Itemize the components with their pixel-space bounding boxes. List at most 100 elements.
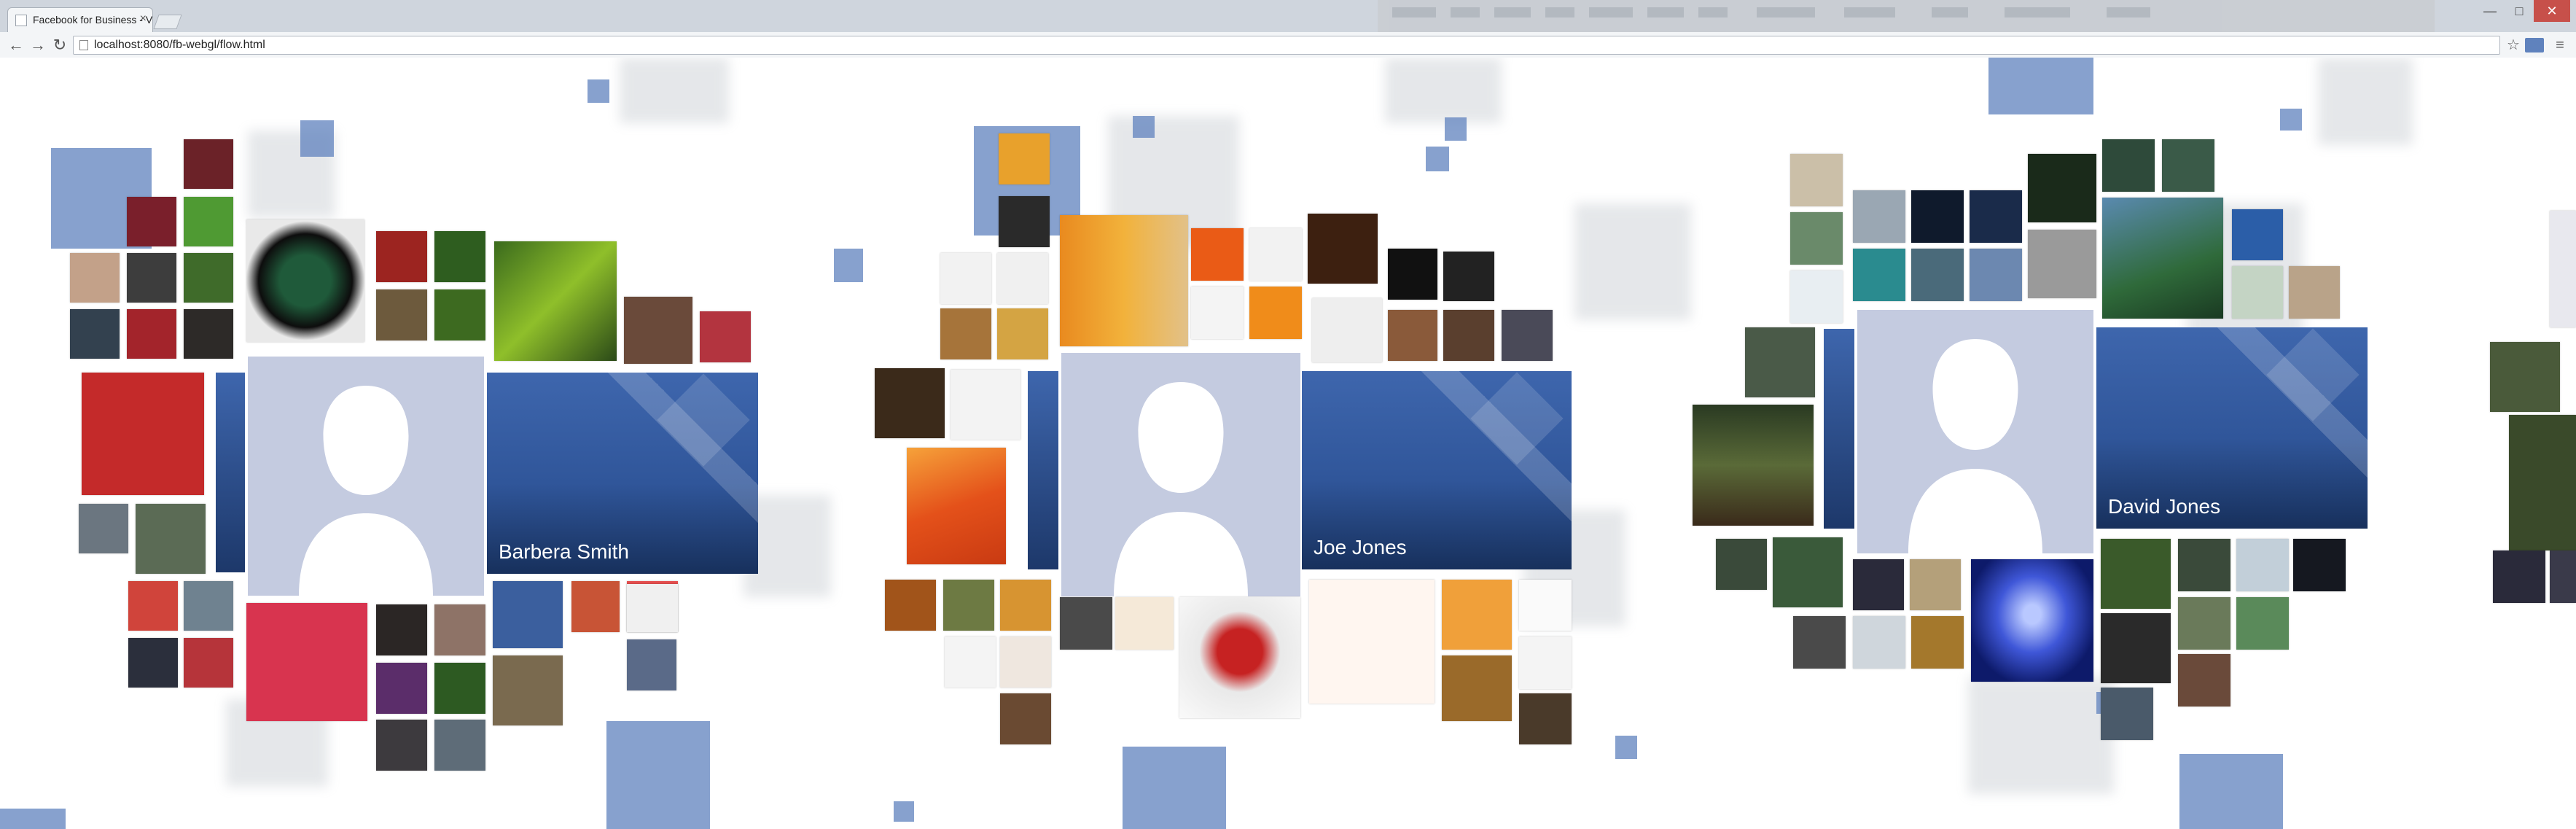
photo-tile[interactable] <box>1502 310 1553 361</box>
photo-tile[interactable] <box>1443 252 1494 301</box>
profile-cover[interactable]: Joe Jones <box>1302 371 1572 569</box>
profile-avatar[interactable] <box>1061 353 1300 596</box>
photo-tile[interactable] <box>999 196 1050 247</box>
photo-tile[interactable] <box>885 580 936 631</box>
photo-tile[interactable] <box>907 448 1006 564</box>
photo-tile[interactable] <box>376 289 427 340</box>
photo-tile[interactable] <box>1309 580 1435 704</box>
browser-tab[interactable]: Facebook for Business - V × <box>7 7 153 32</box>
photo-tile[interactable] <box>70 253 120 303</box>
photo-tile[interactable] <box>2101 613 2171 683</box>
photo-tile[interactable] <box>999 133 1050 184</box>
photo-tile[interactable] <box>2236 539 2289 591</box>
photo-tile[interactable] <box>184 253 233 303</box>
photo-tile[interactable] <box>434 231 485 282</box>
photo-tile[interactable] <box>493 655 563 725</box>
photo-tile[interactable] <box>1388 249 1437 300</box>
photo-tile[interactable] <box>1790 271 1843 323</box>
photo-tile[interactable] <box>1693 405 1814 526</box>
photo-tile[interactable] <box>1716 539 1767 590</box>
photo-tile[interactable] <box>1308 214 1378 284</box>
webgl-canvas[interactable]: Barbera Smith Joe Jones David Jones <box>0 58 2576 829</box>
photo-tile[interactable] <box>1249 287 1302 339</box>
forward-icon[interactable]: → <box>28 35 48 55</box>
close-window-icon[interactable]: ✕ <box>2534 0 2570 22</box>
new-tab-button[interactable] <box>153 15 182 29</box>
photo-tile[interactable] <box>951 370 1020 440</box>
photo-tile[interactable] <box>1442 580 1512 650</box>
photo-tile[interactable] <box>70 309 120 359</box>
photo-tile[interactable] <box>136 504 206 574</box>
photo-tile[interactable] <box>2178 539 2230 591</box>
profile-avatar[interactable] <box>1857 310 2093 553</box>
photo-tile[interactable] <box>1000 637 1051 688</box>
photo-tile[interactable] <box>184 139 233 189</box>
photo-tile[interactable] <box>2493 550 2545 603</box>
photo-tile[interactable] <box>376 663 427 714</box>
address-bar[interactable]: localhost:8080/fb-webgl/flow.html <box>73 36 2500 55</box>
photo-tile[interactable] <box>79 504 128 553</box>
photo-tile[interactable] <box>376 604 427 655</box>
photo-tile[interactable] <box>700 311 751 362</box>
profile-cover[interactable]: David Jones <box>2096 327 2368 529</box>
photo-tile[interactable] <box>2101 539 2171 609</box>
photo-tile[interactable] <box>1060 597 1112 650</box>
photo-tile[interactable] <box>2289 266 2340 319</box>
photo-tile[interactable] <box>1911 616 1964 669</box>
profile-avatar[interactable] <box>248 357 484 596</box>
photo-tile[interactable] <box>246 219 364 342</box>
photo-tile[interactable] <box>127 309 176 359</box>
photo-tile[interactable] <box>434 604 485 655</box>
photo-tile[interactable] <box>997 308 1048 359</box>
minimize-icon[interactable]: — <box>2475 0 2505 22</box>
photo-tile[interactable] <box>1970 249 2022 301</box>
photo-tile[interactable] <box>246 603 367 721</box>
photo-tile[interactable] <box>2293 539 2346 591</box>
photo-tile[interactable] <box>2028 230 2096 298</box>
menu-icon[interactable]: ≡ <box>2550 35 2570 55</box>
photo-tile[interactable] <box>945 637 996 688</box>
photo-tile[interactable] <box>2490 342 2560 412</box>
photo-tile[interactable] <box>875 368 945 438</box>
photo-tile[interactable] <box>1853 559 1904 610</box>
photo-tile[interactable] <box>1191 228 1244 281</box>
photo-tile[interactable] <box>184 309 233 359</box>
photo-tile[interactable] <box>1853 616 1905 669</box>
photo-tile[interactable] <box>1443 310 1494 361</box>
photo-tile[interactable] <box>376 231 427 282</box>
tab-close-icon[interactable]: × <box>140 12 147 26</box>
maximize-icon[interactable]: □ <box>2505 0 2534 22</box>
photo-tile[interactable] <box>1793 616 1846 669</box>
photo-tile[interactable] <box>2162 139 2214 192</box>
photo-tile[interactable] <box>1971 559 2093 682</box>
photo-tile[interactable] <box>1773 537 1843 607</box>
photo-tile[interactable] <box>2550 550 2576 603</box>
photo-tile[interactable] <box>128 638 178 688</box>
photo-tile[interactable] <box>2178 654 2230 707</box>
photo-tile[interactable] <box>627 584 678 632</box>
photo-tile[interactable] <box>1970 190 2022 243</box>
photo-tile[interactable] <box>1911 249 1964 301</box>
photo-tile[interactable] <box>1115 597 1174 650</box>
photo-tile[interactable] <box>1000 580 1051 631</box>
photo-tile[interactable] <box>2178 597 2230 650</box>
profile-cover[interactable]: Barbera Smith <box>487 373 758 574</box>
bookmark-star-icon[interactable]: ☆ <box>2503 35 2524 55</box>
photo-tile[interactable] <box>434 663 485 714</box>
photo-tile[interactable] <box>493 581 563 648</box>
photo-tile[interactable] <box>1388 310 1437 361</box>
photo-tile[interactable] <box>1519 693 1572 744</box>
photo-tile[interactable] <box>1910 559 1961 610</box>
photo-tile[interactable] <box>127 197 176 246</box>
photo-tile[interactable] <box>943 580 994 631</box>
photo-tile[interactable] <box>1519 580 1572 631</box>
photo-tile[interactable] <box>1191 287 1244 339</box>
photo-tile[interactable] <box>184 581 233 631</box>
photo-tile[interactable] <box>184 197 233 246</box>
photo-tile[interactable] <box>1853 249 1905 301</box>
photo-tile[interactable] <box>434 720 485 771</box>
photo-tile[interactable] <box>1179 597 1300 718</box>
photo-tile[interactable] <box>624 297 692 364</box>
photo-tile[interactable] <box>2509 415 2576 550</box>
extension-icon[interactable] <box>2525 38 2544 52</box>
